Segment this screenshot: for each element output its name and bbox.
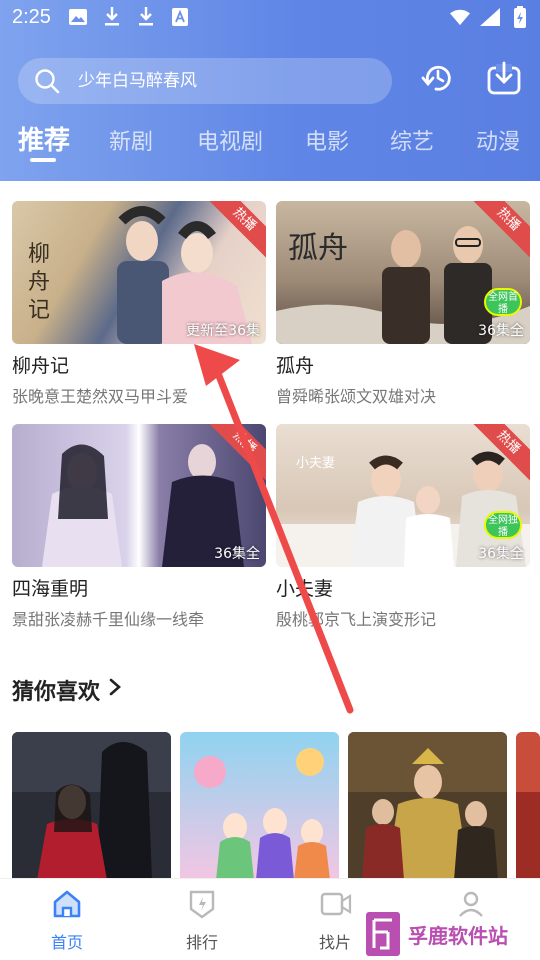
active-tab-indicator <box>30 158 56 162</box>
status-system-icons <box>450 6 530 28</box>
watermark-text: 孚鹿软件站 <box>408 923 508 948</box>
episode-count: 36集全 <box>478 546 524 562</box>
find-video-icon <box>320 889 352 919</box>
tab-movie[interactable]: 电影 <box>305 124 349 156</box>
recommendation-row[interactable] <box>12 732 540 880</box>
poster-calligraphy: 小夫妻 <box>296 456 336 471</box>
search-icon <box>34 68 60 94</box>
video-description: 曾舜晞张颂文双雄对决 <box>276 387 437 406</box>
episode-count: 36集全 <box>214 546 260 562</box>
nav-ranking[interactable]: 排行 <box>172 889 232 953</box>
status-bar: 2:25 <box>0 0 540 36</box>
search-bar[interactable] <box>18 58 392 104</box>
wifi-icon <box>450 6 470 28</box>
section-guess-you-like[interactable]: 猜你喜欢 <box>12 674 122 706</box>
category-tabs: 推荐 新剧 电视剧 电影 综艺 动漫 <box>0 118 540 168</box>
header: 2:25 少年白马醉春风 推荐 新剧 电视剧 电影 综艺 动漫 <box>0 0 540 181</box>
exclusive-badge: 全网独播 <box>484 511 522 539</box>
video-poster[interactable]: 热播 36集全 <box>12 424 266 567</box>
video-description: 张晚意王楚然双马甲斗爱 <box>12 387 189 406</box>
watermark-logo-icon <box>366 912 400 956</box>
poster-calligraphy: 孤舟 <box>288 231 348 266</box>
nav-label: 排行 <box>185 933 218 952</box>
video-description: 景甜张凌赫千里仙缘一线牵 <box>12 610 205 629</box>
site-watermark: 孚鹿软件站 <box>366 910 536 958</box>
poster-calligraphy: 柳舟记 <box>28 242 51 323</box>
video-card[interactable]: 小夫妻 热播 全网独播 36集全 小夫妻 殷桃郭京飞上演变形记 <box>276 424 530 629</box>
video-poster[interactable]: 小夫妻 热播 全网独播 36集全 <box>276 424 530 567</box>
status-notification-icons <box>68 6 190 28</box>
recommendation-poster[interactable] <box>348 732 507 880</box>
section-title: 猜你喜欢 <box>12 680 101 705</box>
download-icon <box>136 6 156 28</box>
tab-anime[interactable]: 动漫 <box>476 124 520 156</box>
video-card[interactable]: 柳舟记 热播 更新至36集 柳舟记 张晚意王楚然双马甲斗爱 <box>12 201 266 406</box>
download-icon <box>102 6 122 28</box>
video-card[interactable]: 热播 36集全 四海重明 景甜张凌赫千里仙缘一线牵 <box>12 424 266 629</box>
nav-label: 找片 <box>318 933 351 952</box>
tab-recommend[interactable]: 推荐 <box>18 120 70 157</box>
video-poster[interactable]: 孤舟 热播 全网首播 36集全 <box>276 201 530 344</box>
status-time: 2:25 <box>12 6 51 28</box>
nav-label: 首页 <box>50 933 83 952</box>
download-manager-icon <box>486 60 522 100</box>
font-icon <box>170 6 190 28</box>
video-card[interactable]: 孤舟 热播 全网首播 36集全 孤舟 曾舜晞张颂文双雄对决 <box>276 201 530 406</box>
video-poster[interactable]: 柳舟记 热播 更新至36集 <box>12 201 266 344</box>
video-title[interactable]: 孤舟 <box>276 351 314 378</box>
video-title[interactable]: 柳舟记 <box>12 351 69 378</box>
signal-icon <box>480 6 500 28</box>
episode-count: 36集全 <box>478 323 524 339</box>
download-button[interactable] <box>484 60 524 100</box>
nav-find-video[interactable]: 找片 <box>305 889 365 953</box>
tab-tv-series[interactable]: 电视剧 <box>197 124 263 156</box>
history-button[interactable] <box>418 60 458 100</box>
history-icon <box>420 60 456 100</box>
video-title[interactable]: 小夫妻 <box>276 574 333 601</box>
recommendation-poster[interactable] <box>180 732 339 880</box>
home-icon <box>52 889 82 919</box>
episode-count: 更新至36集 <box>186 323 260 339</box>
search-input[interactable] <box>78 71 358 91</box>
nav-home[interactable]: 首页 <box>37 889 97 953</box>
tab-new-drama[interactable]: 新剧 <box>109 124 153 156</box>
image-icon <box>68 6 88 28</box>
recommendation-poster[interactable] <box>516 732 540 880</box>
tab-variety[interactable]: 综艺 <box>390 124 434 156</box>
video-title[interactable]: 四海重明 <box>12 574 88 601</box>
recommendation-poster[interactable] <box>12 732 171 880</box>
premiere-badge: 全网首播 <box>484 288 522 316</box>
ranking-icon <box>187 889 217 919</box>
chevron-right-icon <box>108 677 122 703</box>
video-description: 殷桃郭京飞上演变形记 <box>276 610 437 629</box>
battery-icon <box>510 6 530 28</box>
